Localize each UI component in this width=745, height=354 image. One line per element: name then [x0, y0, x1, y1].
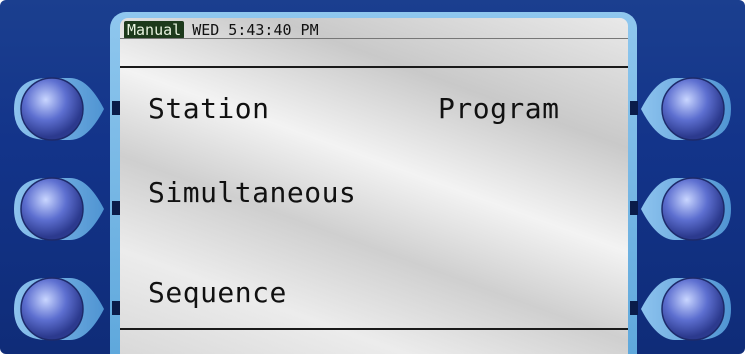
- softkey-pointer: [112, 201, 120, 215]
- right-softkey-3[interactable]: [641, 272, 737, 346]
- softkey-pointer: [630, 201, 638, 215]
- menu-option-sequence[interactable]: Sequence: [148, 276, 287, 309]
- softkey-pointer: [630, 101, 638, 115]
- round-button-icon: [14, 77, 104, 141]
- left-softkey-2[interactable]: [8, 172, 104, 246]
- softkey-pointer: [112, 301, 120, 315]
- menu-option-station[interactable]: Station: [148, 92, 270, 125]
- status-divider: [120, 38, 628, 39]
- left-softkey-1[interactable]: [8, 72, 104, 146]
- menu-option-program[interactable]: Program: [438, 92, 560, 125]
- softkey-pointer: [112, 101, 120, 115]
- round-button-icon: [641, 177, 731, 241]
- left-softkey-3[interactable]: [8, 272, 104, 346]
- menu-top-divider: [120, 66, 628, 68]
- right-softkey-2[interactable]: [641, 172, 737, 246]
- status-bar: Manual WED 5:43:40 PM: [124, 20, 319, 40]
- right-softkey-1[interactable]: [641, 72, 737, 146]
- softkey-pointer: [630, 301, 638, 315]
- mode-badge: Manual: [124, 21, 185, 39]
- menu-bottom-divider: [120, 328, 628, 330]
- round-button-icon: [641, 77, 731, 141]
- menu-option-simultaneous[interactable]: Simultaneous: [148, 176, 356, 209]
- datetime-readout: WED 5:43:40 PM: [192, 21, 319, 39]
- round-button-icon: [641, 277, 731, 341]
- round-button-icon: [14, 277, 104, 341]
- lcd-screen: Manual WED 5:43:40 PM Station Program Si…: [120, 18, 628, 354]
- round-button-icon: [14, 177, 104, 241]
